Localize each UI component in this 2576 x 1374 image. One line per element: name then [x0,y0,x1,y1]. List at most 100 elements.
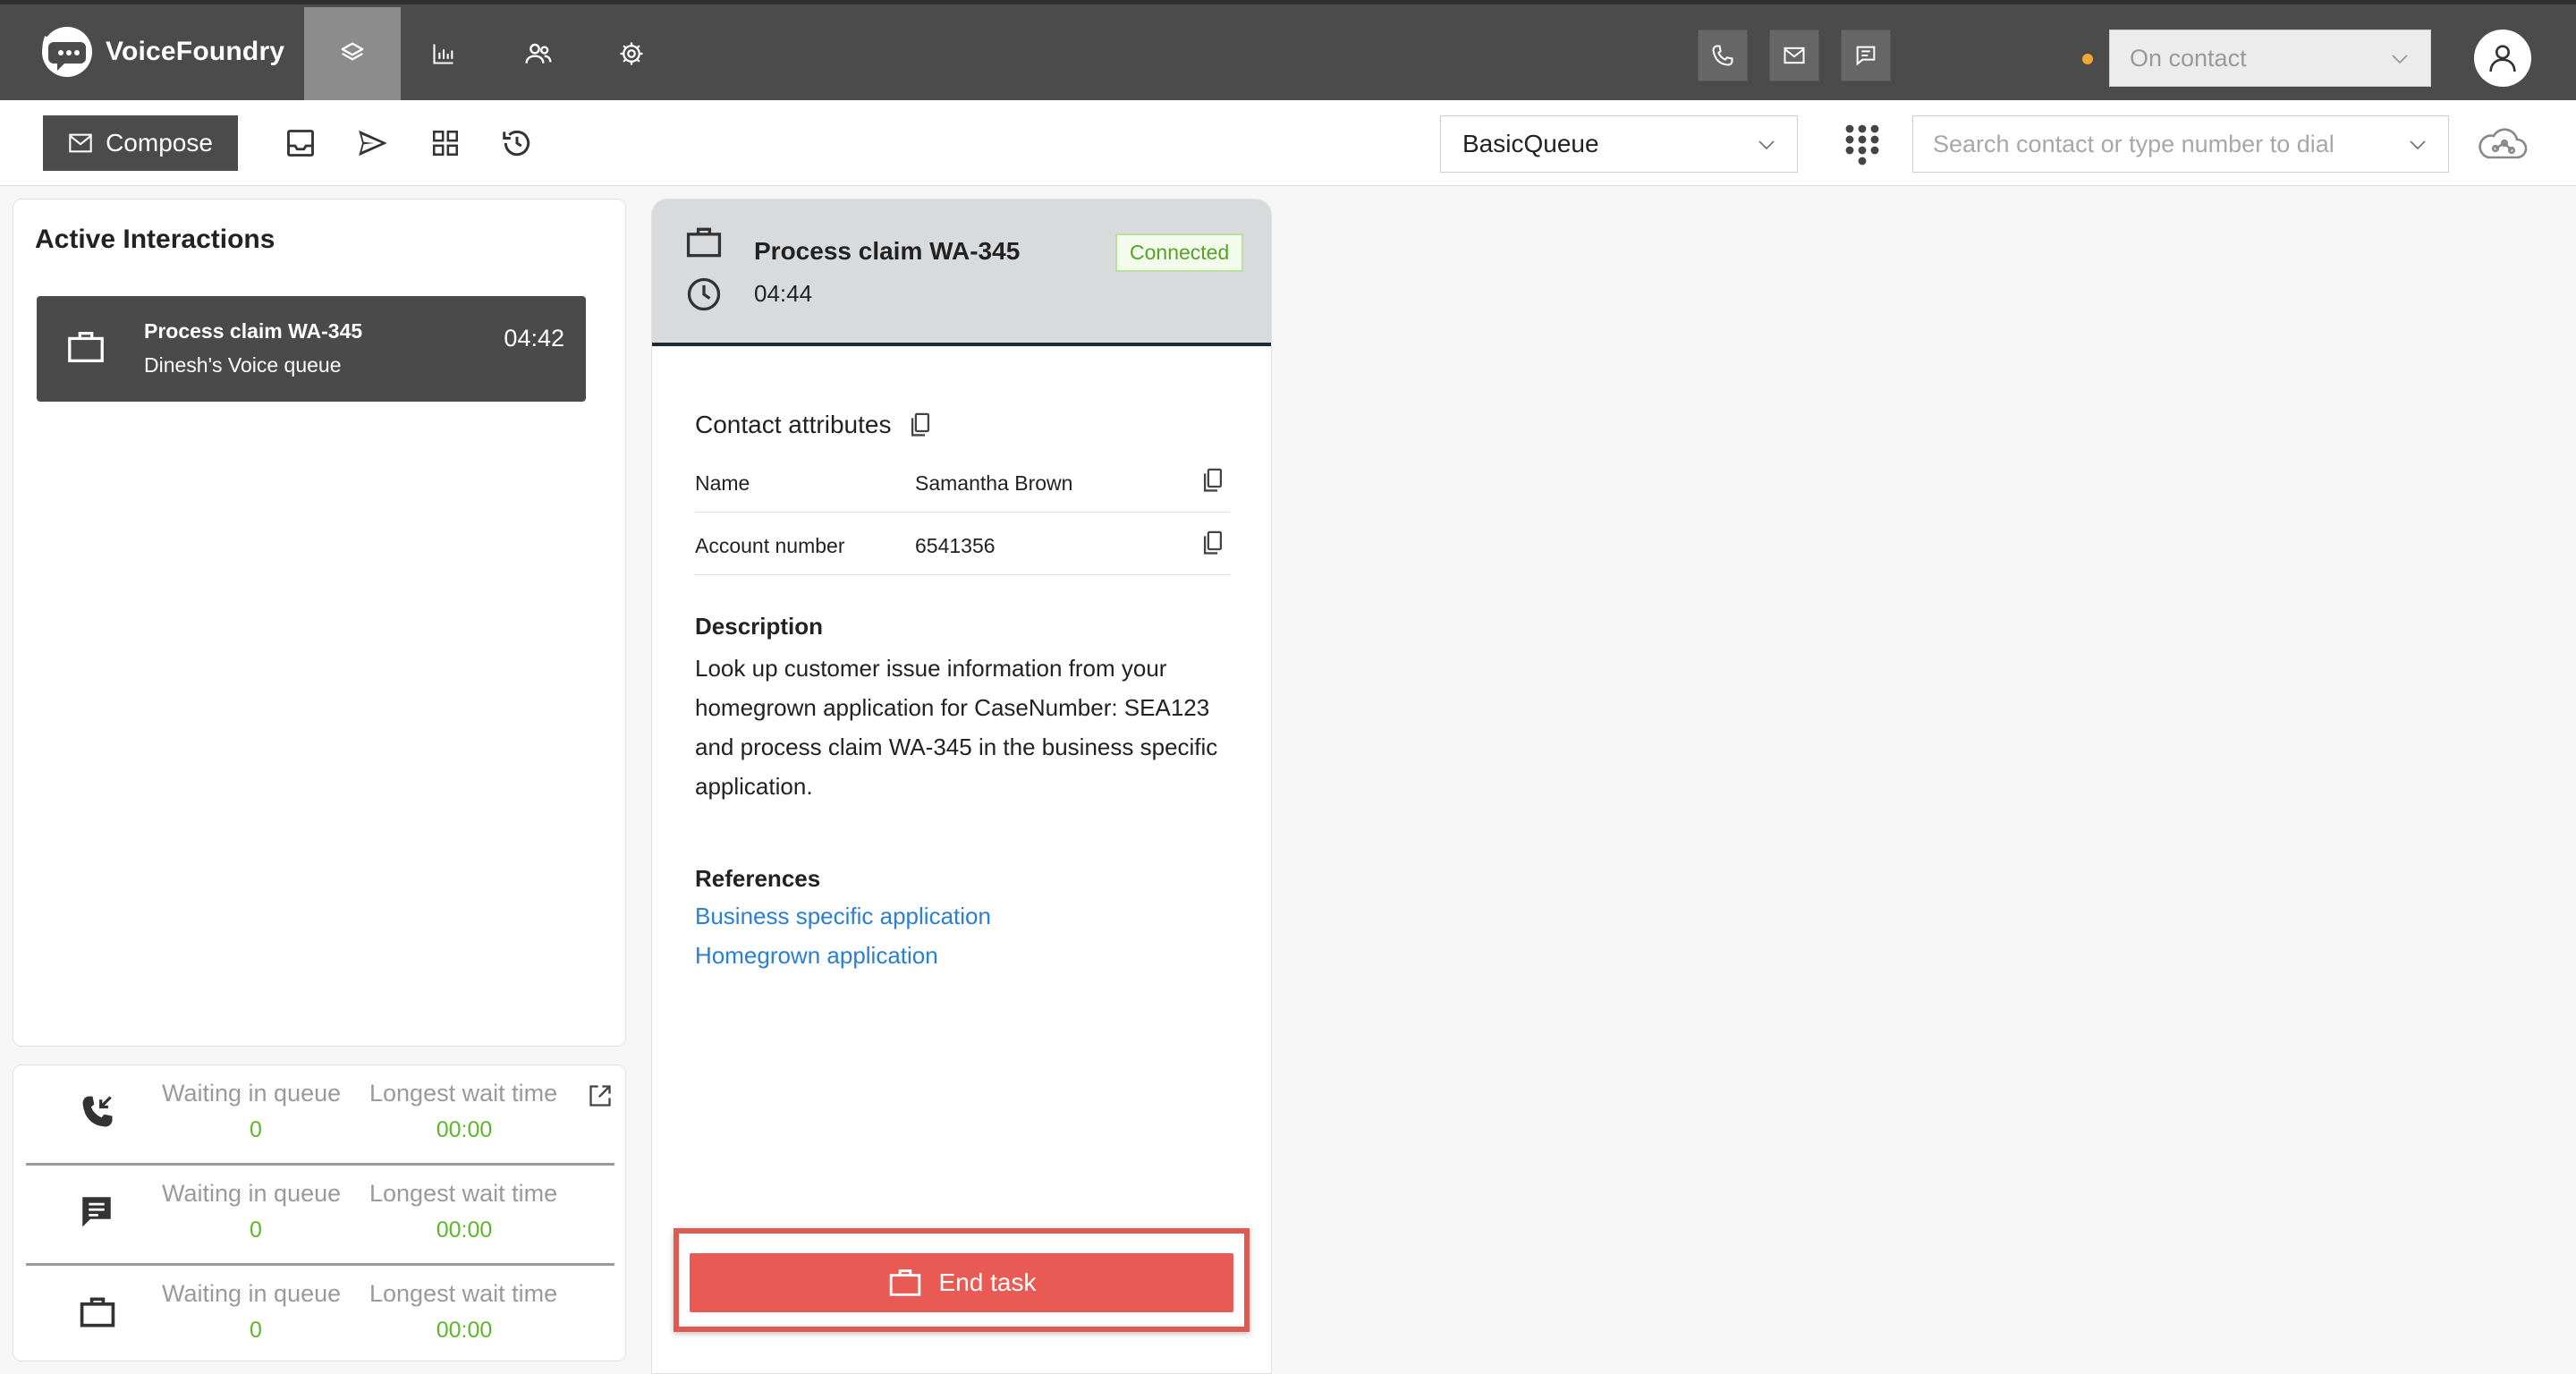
description-title: Description [695,613,824,640]
contact-search-input[interactable] [1933,130,2380,158]
waiting-in-queue-label: Waiting in queue [162,1080,342,1107]
nav-settings-button[interactable] [583,7,680,100]
waiting-in-queue-label: Waiting in queue [162,1280,342,1307]
bar-chart-icon [433,44,453,64]
copy-icon[interactable] [1201,530,1224,556]
references-title: References [695,865,821,892]
incoming-call-icon [82,1096,113,1127]
chevron-down-icon[interactable] [2407,134,2428,156]
compose-label: Compose [106,129,213,157]
app-logo[interactable]: VoiceFoundry [39,24,284,80]
interaction-title: Process claim WA-345 [144,319,363,343]
longest-wait-value: 00:00 [436,1217,493,1243]
users-icon [525,43,552,64]
apps-button[interactable] [424,122,467,165]
queue-select[interactable]: BasicQueue [1440,115,1798,173]
send-icon [359,130,387,157]
gear-icon [620,42,643,65]
nav-metrics-button[interactable] [395,7,492,100]
app-name: VoiceFoundry [106,37,285,66]
description-text: Look up customer issue information from … [695,655,1218,800]
longest-wait-value: 00:00 [436,1318,493,1343]
chat-icon [82,1197,111,1227]
sent-button[interactable] [352,122,394,165]
interaction-card[interactable]: Process claim WA-345 Dinesh's Voice queu… [37,296,586,402]
briefcase-icon [80,1297,115,1327]
attribute-value: 6541356 [915,534,996,557]
task-detail-panel: Process claim WA-345 04:44 Connected Con… [651,199,1272,1374]
grid-icon [432,130,459,157]
interaction-queue: Dinesh's Voice queue [144,353,342,377]
longest-wait-value: 00:00 [436,1117,493,1142]
voicefoundry-logo-icon [42,27,92,77]
chat-icon [1856,46,1876,66]
attribute-value: Samantha Brown [915,471,1073,495]
nav-workspace-button[interactable] [304,7,401,100]
chevron-down-icon [2392,55,2408,64]
attribute-row: Name Samantha Brown [695,450,1230,513]
queue-stat-row-task: Waiting in queue 0 Longest wait time 00:… [26,1266,614,1366]
nav-users-button[interactable] [490,7,587,100]
longest-wait-label: Longest wait time [369,1180,558,1207]
cloud-icon [2479,128,2528,159]
mail-icon [69,133,92,153]
end-task-button[interactable]: End task [690,1253,1233,1312]
task-title: Process claim WA-345 [754,237,1021,265]
copy-all-icon[interactable] [909,412,932,437]
attribute-key: Name [695,471,750,495]
end-task-label: End task [938,1268,1037,1296]
attribute-row: Account number 6541356 [695,513,1230,575]
email-channel-button[interactable] [1769,30,1819,81]
clock-icon [687,277,721,311]
queue-select-value: BasicQueue [1462,130,1599,157]
reference-link-homegrown-app[interactable]: Homegrown application [695,942,938,970]
top-nav-bar: VoiceFoundry On contact [0,0,2576,100]
attribute-key: Account number [695,534,845,557]
user-icon [2489,45,2516,72]
active-interactions-title: Active Interactions [35,225,275,254]
history-button[interactable] [496,122,538,165]
queue-stat-row-voice: Waiting in queue 0 Longest wait time 00:… [26,1065,614,1166]
inbox-icon [287,130,314,157]
status-indicator-dot [2082,54,2093,64]
layers-icon [341,42,364,61]
queue-stat-row-chat: Waiting in queue 0 Longest wait time 00:… [26,1166,614,1266]
dialpad-button[interactable] [1837,120,1887,170]
waiting-in-queue-value: 0 [250,1318,262,1343]
queue-stats-panel: Waiting in queue 0 Longest wait time 00:… [13,1064,626,1361]
dialpad-icon [1845,124,1879,165]
mail-icon [1784,47,1805,64]
waiting-in-queue-value: 0 [250,1117,262,1142]
external-link-icon[interactable] [588,1083,613,1108]
agent-status-value: On contact [2130,44,2247,72]
task-timer: 04:44 [754,280,813,307]
inbox-button[interactable] [279,122,322,165]
phone-channel-button[interactable] [1698,30,1748,81]
phone-icon [1712,45,1733,66]
cloud-connection-button[interactable] [2474,116,2531,174]
chat-channel-button[interactable] [1841,30,1891,81]
contact-attributes-header: Contact attributes [695,411,932,439]
contact-attributes-title: Contact attributes [695,411,892,438]
contact-search[interactable] [1912,115,2449,173]
compose-button[interactable]: Compose [43,115,238,171]
copy-icon[interactable] [1201,468,1224,493]
status-badge: Connected [1115,233,1244,272]
user-avatar-button[interactable] [2474,30,2531,87]
agent-status-select[interactable]: On contact [2109,30,2431,87]
interaction-timer: 04:42 [504,325,564,352]
briefcase-icon [889,1269,920,1296]
longest-wait-label: Longest wait time [369,1280,558,1307]
waiting-in-queue-value: 0 [250,1217,262,1243]
longest-wait-label: Longest wait time [369,1080,558,1107]
briefcase-icon [68,332,104,362]
toolbar: Compose BasicQueue [0,100,2576,186]
history-icon [503,130,530,157]
chevron-down-icon [1758,140,1775,150]
end-task-highlight: End task [674,1228,1250,1332]
briefcase-icon [686,227,722,258]
task-header: Process claim WA-345 04:44 Connected [652,199,1271,346]
active-interactions-panel: Active Interactions Process claim WA-345… [13,199,626,1047]
reference-link-business-app[interactable]: Business specific application [695,903,991,930]
waiting-in-queue-label: Waiting in queue [162,1180,342,1207]
